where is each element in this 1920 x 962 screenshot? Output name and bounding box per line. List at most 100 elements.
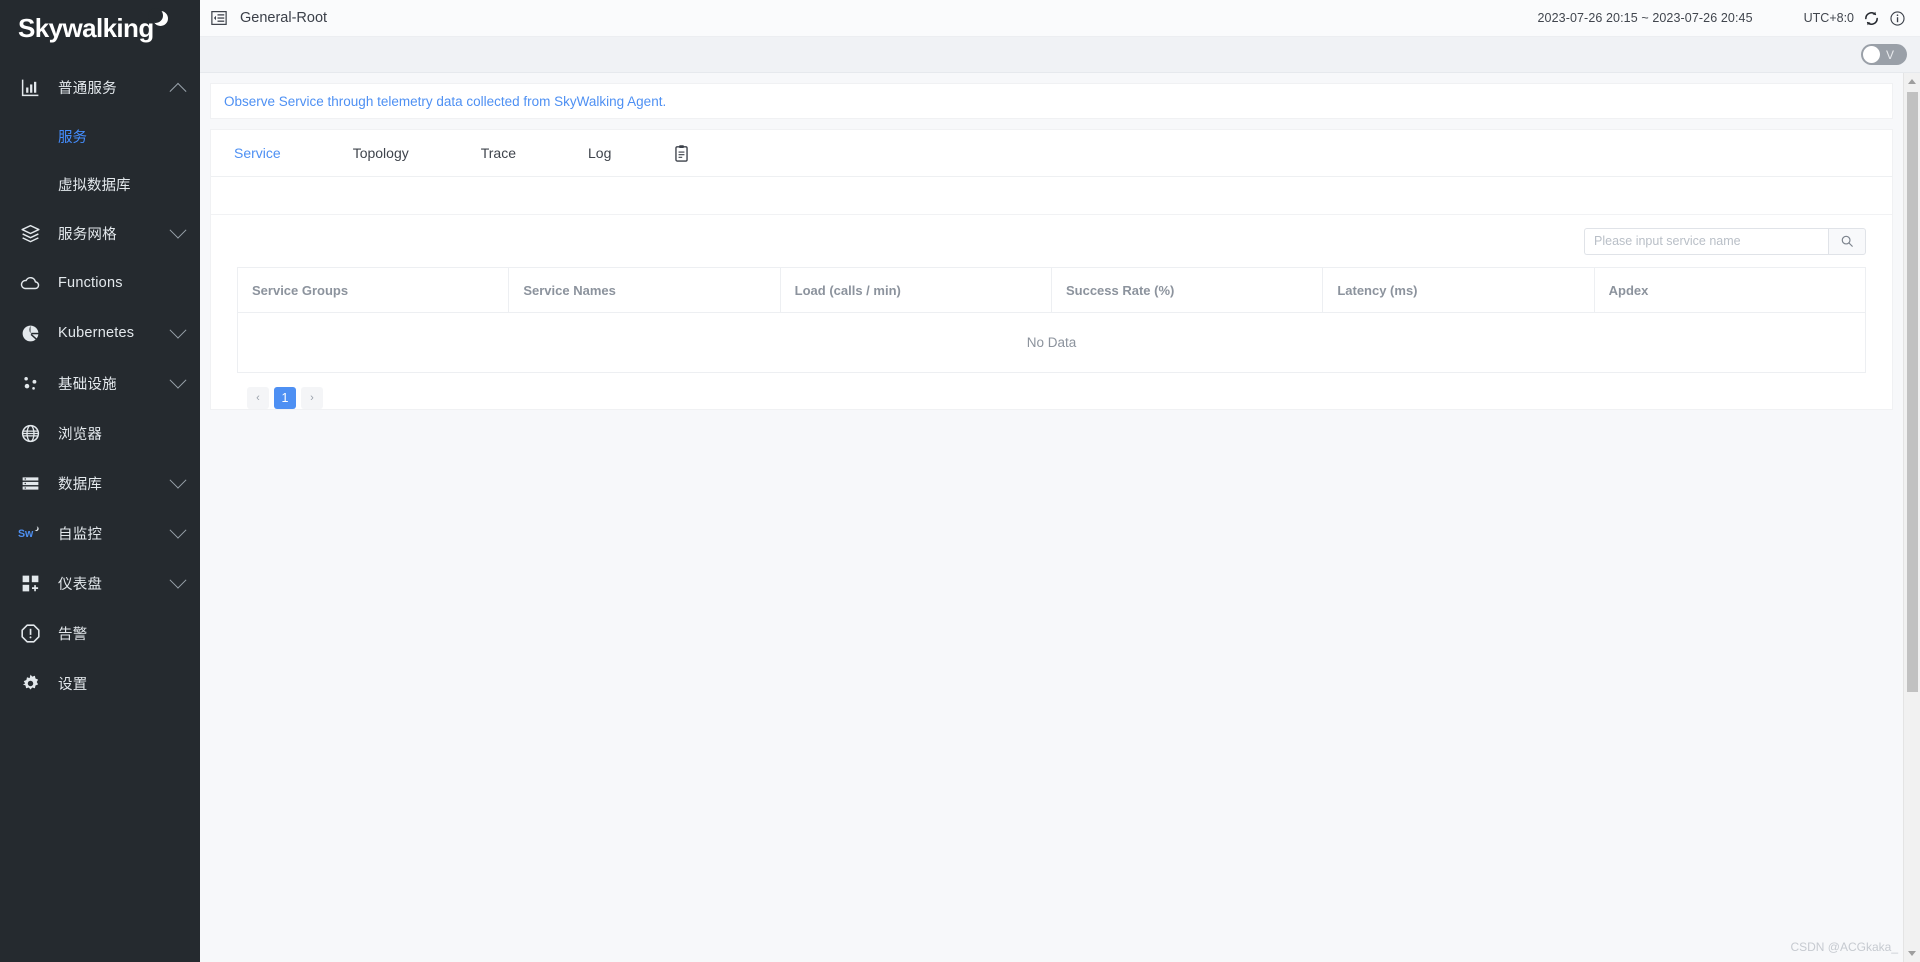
table-header-row: Service Groups Service Names Load (calls… xyxy=(236,267,1867,313)
tab-trace[interactable]: Trace xyxy=(471,130,526,177)
sidebar-item-service-mesh[interactable]: 服务网格 xyxy=(0,208,200,258)
banner-text: Observe Service through telemetry data c… xyxy=(224,93,667,109)
chevron-right-icon[interactable]: › xyxy=(301,387,323,409)
scroll-down-arrow-icon[interactable] xyxy=(1904,945,1920,962)
tab-log[interactable]: Log xyxy=(578,130,621,177)
tab-service[interactable]: Service xyxy=(224,130,291,177)
content-area: Observe Service through telemetry data c… xyxy=(200,73,1920,962)
tab-bar: Service Topology Trace Log xyxy=(211,130,1892,177)
layers-icon xyxy=(18,221,42,245)
chevron-down-icon[interactable] xyxy=(169,321,187,339)
chevron-left-icon[interactable]: ‹ xyxy=(247,387,269,409)
sidebar-item-label: 服务网格 xyxy=(58,226,117,243)
sidebar-subitem-service[interactable]: 服务 xyxy=(0,112,200,160)
gear-icon xyxy=(18,671,42,695)
sidebar-subitem-label: 服务 xyxy=(58,129,87,146)
info-circle-icon[interactable] xyxy=(1889,10,1906,27)
search-input[interactable] xyxy=(1584,227,1828,255)
sidebar-item-settings[interactable]: 设置 xyxy=(0,658,200,708)
svg-text:Sw: Sw xyxy=(18,528,34,540)
watermark: CSDN @ACGkaka_ xyxy=(1790,940,1898,954)
chevron-down-icon[interactable] xyxy=(169,521,187,539)
sidebar-item-general-service[interactable]: 普通服务 xyxy=(0,62,200,112)
sidebar-item-browser[interactable]: 浏览器 xyxy=(0,408,200,458)
brand-logo[interactable]: Skywalking xyxy=(0,0,200,56)
chevron-down-icon[interactable] xyxy=(169,371,187,389)
table-body: No Data xyxy=(237,312,1866,373)
column-header-success-rate[interactable]: Success Rate (%) xyxy=(1050,267,1324,313)
sidebar-item-label: Kubernetes xyxy=(58,325,135,341)
content-inner: Observe Service through telemetry data c… xyxy=(200,73,1903,962)
table-empty-row: No Data xyxy=(237,312,1866,373)
skywalking-sw-icon: Sw xyxy=(18,521,42,545)
toggle-knob xyxy=(1863,46,1880,63)
app-root: Skywalking 普通服务 服务 虚拟数据库 服务网格 Functions … xyxy=(0,0,1920,962)
table-wrapper: Service Groups Service Names Load (calls… xyxy=(211,267,1892,409)
header-right-group: 2023-07-26 20:15 ~ 2023-07-26 20:45 UTC+… xyxy=(1537,10,1906,27)
search-box xyxy=(1584,227,1866,255)
chevron-down-icon[interactable] xyxy=(169,571,187,589)
pagination: ‹ 1 › xyxy=(237,373,1866,409)
chevron-up-icon[interactable] xyxy=(169,82,187,100)
nodes-icon xyxy=(18,371,42,395)
sidebar-item-functions[interactable]: Functions xyxy=(0,258,200,308)
sidebar-nav: 普通服务 服务 虚拟数据库 服务网格 Functions Kubernetes … xyxy=(0,62,200,708)
sidebar-item-label: 普通服务 xyxy=(58,80,117,97)
sidebar-item-label: 仪表盘 xyxy=(58,576,103,593)
chevron-down-icon[interactable] xyxy=(169,221,187,239)
sidebar: Skywalking 普通服务 服务 虚拟数据库 服务网格 Functions … xyxy=(0,0,200,962)
sidebar-item-kubernetes[interactable]: Kubernetes xyxy=(0,308,200,358)
time-range-picker[interactable]: 2023-07-26 20:15 ~ 2023-07-26 20:45 xyxy=(1537,11,1752,25)
sidebar-item-label: 数据库 xyxy=(58,476,103,493)
alert-octagon-icon xyxy=(18,621,42,645)
kubernetes-icon xyxy=(18,321,42,345)
tab-topology[interactable]: Topology xyxy=(343,130,419,177)
sidebar-item-label: 设置 xyxy=(58,676,88,693)
header-bar: General-Root 2023-07-26 20:15 ~ 2023-07-… xyxy=(200,0,1920,37)
cloud-icon xyxy=(18,271,42,295)
main-area: General-Root 2023-07-26 20:15 ~ 2023-07-… xyxy=(200,0,1920,962)
chart-bar-icon xyxy=(18,75,42,99)
collapse-sidebar-icon[interactable] xyxy=(210,9,228,27)
sidebar-item-database[interactable]: 数据库 xyxy=(0,458,200,508)
globe-icon xyxy=(18,421,42,445)
services-table: Service Groups Service Names Load (calls… xyxy=(236,267,1867,373)
database-list-icon xyxy=(18,471,42,495)
sidebar-item-label: 基础设施 xyxy=(58,376,117,393)
sidebar-item-alarm[interactable]: 告警 xyxy=(0,608,200,658)
search-button[interactable] xyxy=(1828,227,1866,255)
sidebar-item-label: 浏览器 xyxy=(58,426,103,443)
vertical-scrollbar[interactable] xyxy=(1903,73,1920,962)
column-header-apdex[interactable]: Apdex xyxy=(1593,267,1867,313)
page-1-button[interactable]: 1 xyxy=(274,387,296,409)
page-title: General-Root xyxy=(240,10,328,26)
sidebar-item-label: 告警 xyxy=(58,626,88,643)
scrollbar-thumb[interactable] xyxy=(1906,92,1918,692)
sidebar-item-self-observability[interactable]: Sw 自监控 xyxy=(0,508,200,558)
moon-icon xyxy=(147,8,168,26)
sidebar-item-label: Functions xyxy=(58,275,123,291)
chevron-down-icon[interactable] xyxy=(169,471,187,489)
table-toolbar xyxy=(211,177,1892,215)
brand-name: Skywalking xyxy=(18,13,154,43)
sidebar-item-dashboard[interactable]: 仪表盘 xyxy=(0,558,200,608)
refresh-icon[interactable] xyxy=(1863,10,1880,27)
toggle-label: V xyxy=(1886,47,1895,62)
sidebar-item-infrastructure[interactable]: 基础设施 xyxy=(0,358,200,408)
sidebar-subitem-virtual-database[interactable]: 虚拟数据库 xyxy=(0,160,200,208)
search-row xyxy=(211,215,1892,267)
column-header-load[interactable]: Load (calls / min) xyxy=(779,267,1052,313)
scroll-up-arrow-icon[interactable] xyxy=(1904,73,1920,90)
service-panel: Service Topology Trace Log Please input … xyxy=(210,129,1893,410)
column-header-service-names[interactable]: Service Names xyxy=(508,267,781,313)
sidebar-subitem-label: 虚拟数据库 xyxy=(58,177,131,194)
view-toggle[interactable]: V xyxy=(1861,44,1907,65)
dashboard-add-icon xyxy=(18,571,42,595)
sidebar-item-label: 自监控 xyxy=(58,526,103,543)
column-header-service-groups[interactable]: Service Groups xyxy=(236,267,510,313)
column-header-latency[interactable]: Latency (ms) xyxy=(1322,267,1595,313)
toolbar-strip: V xyxy=(200,37,1920,73)
clipboard-icon[interactable] xyxy=(673,144,690,163)
table-head: Service Groups Service Names Load (calls… xyxy=(236,267,1867,313)
info-banner: Observe Service through telemetry data c… xyxy=(210,83,1893,119)
